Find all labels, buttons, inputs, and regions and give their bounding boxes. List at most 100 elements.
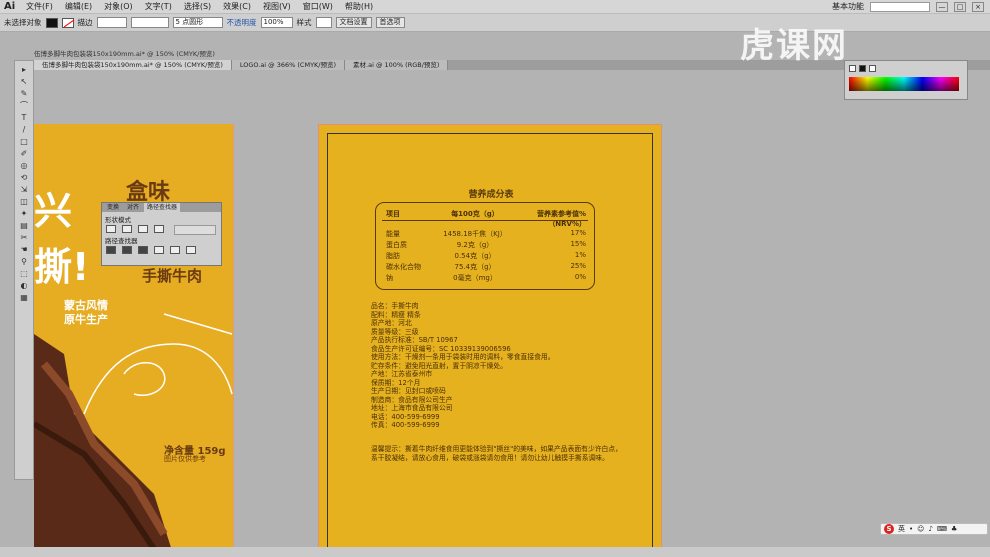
exclude-icon[interactable] — [154, 225, 164, 233]
free-transform-icon[interactable]: ◫ — [17, 197, 31, 207]
menu-bar: Ai 文件(F) 编辑(E) 对象(O) 文字(T) 选择(S) 效果(C) 视… — [0, 0, 990, 14]
menu-view[interactable]: 视图(V) — [257, 1, 297, 12]
artboard-back[interactable]: 营养成分表 项目 每100克（g） 营养素参考值%（NRV%） 能量 1458.… — [318, 124, 662, 557]
info-line: 配料：精瘦 精条 — [371, 310, 421, 319]
nutrition-title: 营养成分表 — [468, 190, 514, 200]
blob-brush-icon[interactable]: ◎ — [17, 161, 31, 171]
preferences-button[interactable]: 首选项 — [375, 17, 405, 28]
cell-amount: 1458.18千焦（KJ） — [443, 230, 507, 238]
color-spectrum[interactable] — [849, 77, 959, 91]
scale-tool-icon[interactable]: ⇲ — [17, 185, 31, 195]
intersect-icon[interactable] — [138, 225, 148, 233]
artboard-front[interactable]: 兴 撕! 盒味 手撕牛肉 蒙古风情 原牛生产 净含量 159g 图片仅供参考 — [34, 124, 234, 557]
pen-tool-icon[interactable]: ✎ — [17, 89, 31, 99]
voice-icon[interactable]: ♪ — [928, 525, 932, 533]
black-swatch-icon[interactable] — [859, 65, 866, 72]
watermark-logo: 虎课网 — [740, 26, 848, 66]
fill-swatch[interactable] — [45, 17, 58, 28]
rotate-tool-icon[interactable]: ⟲ — [17, 173, 31, 183]
divide-icon[interactable] — [106, 246, 116, 254]
white-swatch-icon[interactable] — [869, 65, 876, 72]
warning-line: 温馨提示：撕着牛肉纤维食用更能体验到"撕丝"的美味，如果产品表面有少许白点， — [371, 445, 622, 453]
curvature-tool-icon[interactable]: ⌒ — [17, 101, 31, 111]
screen-mode-icon[interactable]: ▦ — [17, 293, 31, 303]
skin-icon[interactable]: ♣ — [951, 525, 957, 533]
cell-nrv: 25% — [570, 262, 586, 270]
hand-tool-icon[interactable]: ☚ — [17, 245, 31, 255]
stroke-label: 描边 — [77, 18, 93, 27]
unite-icon[interactable] — [106, 225, 116, 233]
menu-file[interactable]: 文件(F) — [20, 1, 59, 12]
minimize-button[interactable]: — — [936, 1, 948, 12]
header-nrv: 营养素参考值%（NRV%） — [536, 210, 586, 228]
cell-nrv: 17% — [570, 229, 586, 237]
cell-amount: 75.4克（g） — [454, 263, 496, 271]
tab-material[interactable]: 素材.ai @ 100% (RGB/预览) — [345, 60, 449, 70]
symbol-sprayer-icon[interactable]: ✦ — [17, 209, 31, 219]
maximize-button[interactable]: □ — [954, 1, 966, 12]
style-picker[interactable] — [315, 17, 332, 28]
tab-pathfinder[interactable]: 路径查找器 — [144, 203, 181, 212]
info-line: 食品生产许可证编号：SC 10339139006596 — [371, 344, 511, 353]
zoom-tool-icon[interactable]: ⚲ — [17, 257, 31, 267]
close-button[interactable]: × — [972, 1, 984, 12]
pencil-tool-icon[interactable]: ✐ — [17, 149, 31, 159]
trim-icon[interactable] — [122, 246, 132, 254]
info-line: 传真：400-599-6999 — [371, 421, 440, 429]
style-label: 样式 — [296, 18, 312, 27]
hand-line-art — [83, 313, 233, 415]
none-swatch-icon[interactable] — [849, 65, 856, 72]
stroke-weight-field[interactable] — [96, 17, 127, 28]
menu-effect[interactable]: 效果(C) — [217, 1, 257, 12]
menu-edit[interactable]: 编辑(E) — [59, 1, 98, 12]
merge-icon[interactable] — [138, 246, 148, 254]
tab-align[interactable]: 对齐 — [124, 203, 142, 212]
pathfinder-buttons — [102, 246, 221, 254]
front-headline-2: 撕! — [34, 245, 90, 289]
rectangle-tool-icon[interactable]: □ — [17, 137, 31, 147]
expand-button[interactable] — [174, 225, 216, 235]
info-line: 原产地：河北 — [371, 319, 412, 327]
variable-width-field[interactable] — [130, 17, 169, 28]
info-line: 使用方法：干燥剂一条用于袋装时用的调料，零食直接食用。 — [371, 353, 555, 361]
color-panel — [844, 60, 968, 100]
type-tool-icon[interactable]: T — [17, 113, 31, 123]
brush-definition-field[interactable]: 5 点圆形 — [172, 17, 223, 28]
minus-front-icon[interactable] — [122, 225, 132, 233]
graph-tool-icon[interactable]: ▤ — [17, 221, 31, 231]
outline-icon[interactable] — [170, 246, 180, 254]
pathfinder-panel-tabs: 变换 对齐 路径查找器 — [102, 203, 221, 212]
menu-select[interactable]: 选择(S) — [178, 1, 217, 12]
table-row: 碳水化合物 75.4克（g） 25% — [386, 262, 586, 272]
stroke-swatch[interactable] — [61, 17, 74, 28]
tab-logo[interactable]: LOGO.ai @ 366% (CMYK/预览) — [231, 60, 346, 70]
punctuation-icon[interactable]: • — [909, 525, 913, 533]
ime-language[interactable]: 英 — [898, 524, 905, 534]
warning-line: 系干胶凝结，请放心食用，破袋或涨袋请勿食用！请勿让幼儿触摸手撕系调味。 — [371, 453, 609, 462]
selection-tool-icon[interactable]: ▸ — [17, 65, 31, 75]
header-item: 项目 — [386, 210, 400, 218]
artboard-tool-icon[interactable]: ⬚ — [17, 269, 31, 279]
scissors-tool-icon[interactable]: ✂ — [17, 233, 31, 243]
document-setup-button[interactable]: 文档设置 — [335, 17, 372, 28]
fill-stroke-icon[interactable]: ◐ — [17, 281, 31, 291]
info-line: 保质期：12个月 — [371, 378, 421, 387]
menu-type[interactable]: 文字(T) — [139, 1, 178, 12]
opacity-label[interactable]: 不透明度 — [227, 17, 257, 28]
crop-icon[interactable] — [154, 246, 164, 254]
keyboard-icon[interactable]: ⌨ — [937, 525, 947, 533]
help-search-input[interactable] — [870, 1, 930, 12]
menu-help[interactable]: 帮助(H) — [339, 1, 379, 12]
emoji-icon[interactable]: ☺ — [917, 525, 924, 533]
tab-transform[interactable]: 变换 — [104, 203, 122, 212]
direct-selection-tool-icon[interactable]: ↖ — [17, 77, 31, 87]
menu-object[interactable]: 对象(O) — [98, 1, 139, 12]
sogou-icon[interactable]: S — [884, 524, 894, 534]
workspace-switcher[interactable]: 基本功能 — [832, 1, 864, 12]
opacity-field[interactable]: 100% — [260, 17, 293, 28]
menubar-right: 基本功能 — □ × — [832, 1, 990, 12]
tab-package[interactable]: 伍博多脚牛肉包装袋150x190mm.ai* @ 150% (CMYK/预览) — [34, 60, 232, 70]
line-tool-icon[interactable]: / — [17, 125, 31, 135]
minus-back-icon[interactable] — [186, 246, 196, 254]
menu-window[interactable]: 窗口(W) — [297, 1, 339, 12]
